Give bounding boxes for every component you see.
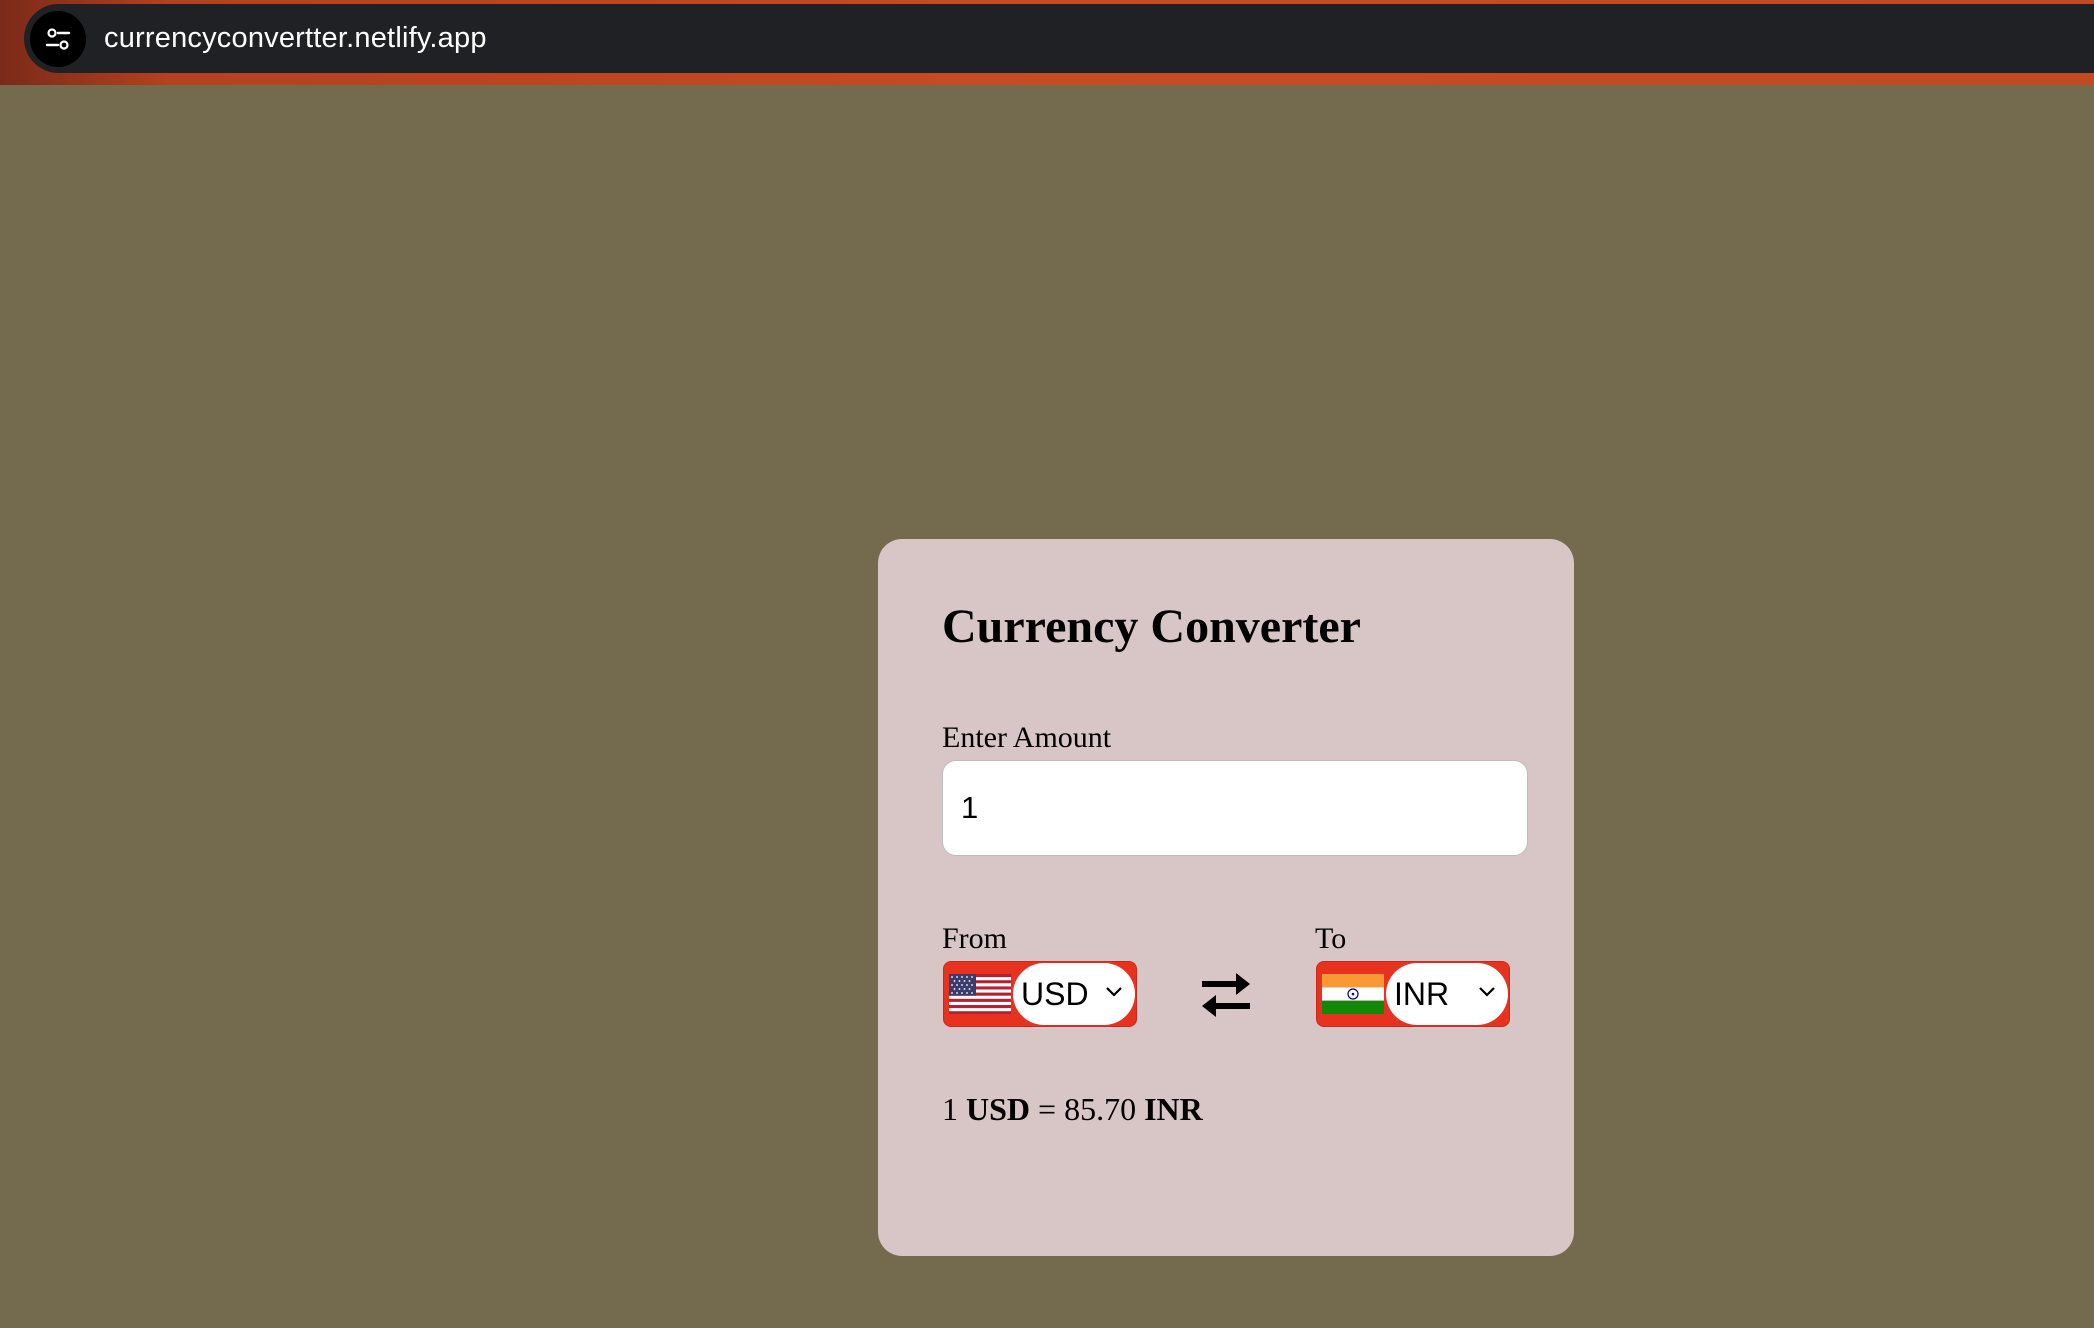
to-currency-value: INR [1394, 975, 1450, 1012]
from-label: From [942, 922, 1008, 955]
swap-arrows-icon [1202, 973, 1250, 1017]
from-currency-value: USD [1021, 975, 1089, 1012]
url-text[interactable]: currencyconvertter.netlify.app [104, 22, 487, 55]
from-currency-select[interactable]: USD [943, 961, 1137, 1027]
amount-input[interactable] [942, 760, 1528, 856]
site-settings-button[interactable] [30, 10, 86, 67]
amount-label: Enter Amount [942, 721, 1112, 754]
conversion-result: 1 USD = 85.70 INR [942, 1091, 1203, 1128]
chevron-down-icon [1106, 987, 1122, 997]
to-currency-dropdown[interactable]: INR [1386, 963, 1508, 1025]
chevron-down-icon [1479, 987, 1495, 997]
to-currency-select[interactable]: INR [1316, 961, 1510, 1027]
result-equals: = [1038, 1091, 1057, 1127]
to-label: To [1315, 922, 1347, 955]
from-currency-dropdown[interactable]: USD [1013, 963, 1135, 1025]
converter-card: Currency Converter Enter Amount From To [878, 539, 1574, 1256]
browser-top-bar: currencyconvertter.netlify.app [0, 0, 2094, 85]
result-from-currency: USD [966, 1091, 1031, 1127]
swap-currencies-button[interactable] [1198, 967, 1254, 1023]
result-amount: 1 [942, 1091, 958, 1127]
in-flag-icon [1322, 974, 1384, 1014]
us-flag-icon [949, 974, 1011, 1014]
page-title: Currency Converter [942, 600, 1361, 653]
result-to-currency: INR [1144, 1091, 1203, 1127]
result-value: 85.70 [1064, 1091, 1137, 1127]
address-bar[interactable]: currencyconvertter.netlify.app [24, 4, 2094, 73]
tune-icon [45, 27, 71, 50]
